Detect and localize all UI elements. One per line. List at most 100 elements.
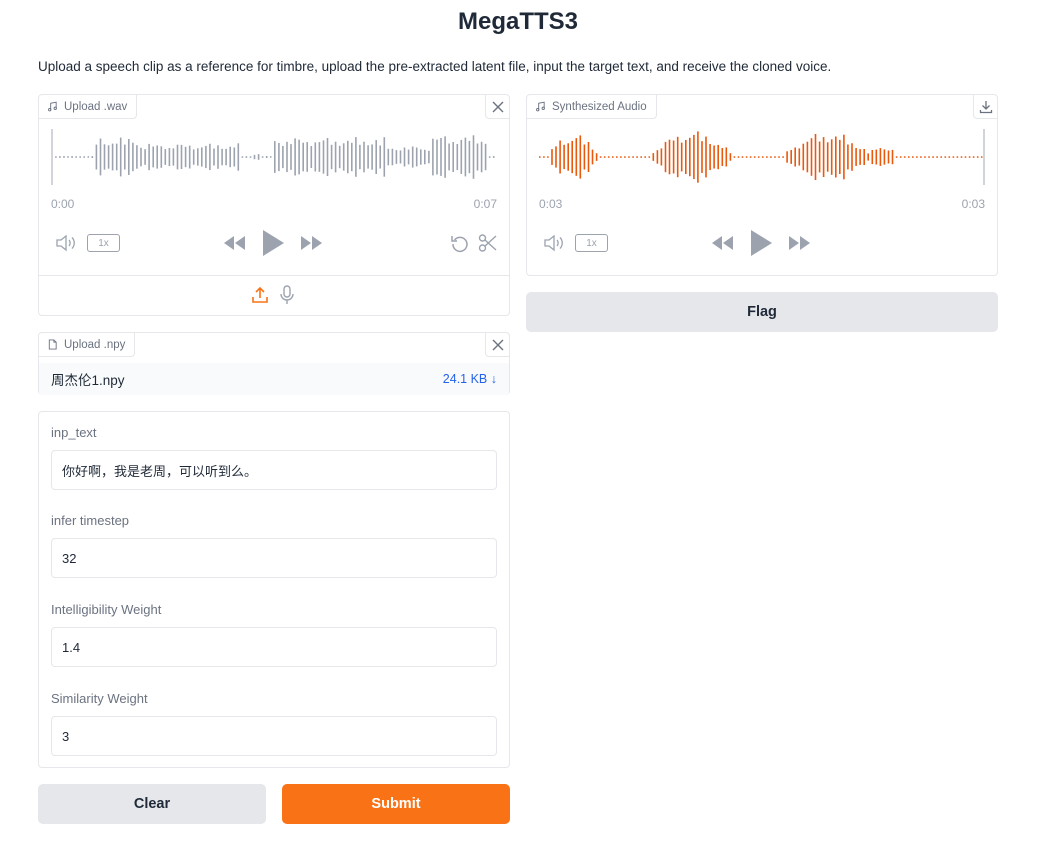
microphone-source-button[interactable] bbox=[277, 285, 297, 305]
waveform-bar bbox=[111, 143, 114, 171]
waveform-bar bbox=[176, 144, 179, 170]
waveform-bar bbox=[952, 156, 955, 158]
waveform-bar bbox=[347, 140, 349, 174]
trim-button[interactable] bbox=[477, 233, 499, 253]
waveform-bar bbox=[63, 156, 65, 158]
waveform-bar bbox=[359, 144, 361, 170]
waveform-bar bbox=[543, 156, 545, 158]
fast-forward-button[interactable] bbox=[787, 234, 811, 252]
volume-button[interactable] bbox=[55, 233, 77, 253]
intelligibility-weight-input[interactable]: 1.4 bbox=[51, 627, 497, 667]
close-button[interactable] bbox=[485, 95, 509, 119]
waveform-bar bbox=[67, 156, 69, 158]
waveform-bar bbox=[928, 156, 930, 158]
waveform-bar bbox=[741, 156, 744, 158]
music-note-icon bbox=[48, 101, 57, 112]
waveform-bar bbox=[875, 149, 878, 165]
waveform-bar bbox=[225, 148, 227, 166]
npy-download-link[interactable]: 24.1 KB ↓ bbox=[443, 372, 497, 386]
waveform-bar bbox=[367, 145, 369, 169]
undo-button[interactable] bbox=[449, 233, 471, 253]
waveform-bar bbox=[563, 144, 565, 170]
rewind-button[interactable] bbox=[711, 234, 735, 252]
upload-source-button[interactable] bbox=[250, 285, 270, 305]
waveform-bar bbox=[59, 156, 61, 158]
waveform-bar bbox=[403, 147, 406, 167]
waveform-bar bbox=[351, 142, 353, 172]
playhead bbox=[51, 129, 53, 185]
waveform-bar bbox=[342, 143, 345, 171]
waveform-bar bbox=[440, 138, 442, 176]
waveform-bar bbox=[103, 144, 106, 170]
waveform-bar bbox=[859, 149, 861, 165]
input-waveform[interactable] bbox=[51, 129, 497, 185]
waveform-bar bbox=[733, 156, 736, 158]
submit-button[interactable]: Submit bbox=[282, 784, 510, 824]
inp-text-input[interactable]: 你好啊，我是老周，可以听到么。 bbox=[51, 450, 497, 490]
waveform-bar bbox=[648, 156, 651, 158]
waveform-bar bbox=[83, 156, 85, 158]
waveform-bar bbox=[124, 144, 126, 170]
waveform-bar bbox=[375, 140, 377, 174]
waveform-bar bbox=[456, 144, 459, 171]
waveform-bar bbox=[920, 156, 922, 158]
rewind-icon bbox=[712, 236, 733, 250]
waveform-bar bbox=[713, 145, 715, 169]
volume-button[interactable] bbox=[543, 233, 565, 253]
waveform-bar bbox=[136, 145, 138, 169]
waveform-bar bbox=[322, 140, 325, 174]
waveform-bar bbox=[599, 156, 602, 158]
waveform-bar bbox=[87, 156, 90, 158]
fast-forward-button[interactable] bbox=[299, 234, 323, 252]
playback-rate-button[interactable]: 1x bbox=[87, 234, 120, 252]
waveform-bar bbox=[156, 145, 158, 169]
waveform-bar bbox=[843, 134, 845, 180]
waveform-bar bbox=[488, 156, 491, 158]
waveform-bar bbox=[660, 148, 663, 166]
flag-button[interactable]: Flag bbox=[526, 292, 998, 332]
download-button[interactable] bbox=[973, 95, 997, 119]
waveform-bar bbox=[912, 156, 914, 158]
waveform-bar bbox=[290, 144, 292, 170]
waveform-bar bbox=[539, 156, 541, 158]
infer-timestep-label: infer timestep bbox=[51, 513, 130, 528]
waveform-bar bbox=[363, 141, 365, 173]
waveform-bar bbox=[484, 143, 487, 171]
waveform-bar bbox=[895, 156, 898, 158]
input-time-start: 0:00 bbox=[51, 197, 75, 211]
output-waveform[interactable] bbox=[539, 129, 985, 185]
waveform-bar bbox=[411, 146, 414, 168]
waveform-bar bbox=[980, 156, 983, 158]
waveform-bar bbox=[697, 131, 699, 183]
waveform-bar bbox=[591, 149, 594, 165]
output-time-end: 0:03 bbox=[961, 197, 985, 211]
waveform-bar bbox=[976, 156, 979, 158]
waveform-bar bbox=[188, 145, 191, 169]
npy-filename: 周杰伦1.npy bbox=[51, 373, 125, 388]
waveform-bar bbox=[334, 141, 337, 173]
waveform-bar bbox=[656, 150, 659, 164]
waveform-bar bbox=[302, 142, 304, 172]
waveform-bar bbox=[144, 149, 146, 165]
waveform-bar bbox=[766, 156, 768, 158]
waveform-bar bbox=[278, 143, 280, 172]
npy-file-row: 周杰伦1.npy 24.1 KB ↓ bbox=[39, 363, 509, 395]
close-button[interactable] bbox=[485, 333, 509, 357]
play-button[interactable] bbox=[749, 229, 773, 257]
waveform-bar bbox=[326, 138, 329, 176]
infer-timestep-input[interactable]: 32 bbox=[51, 538, 497, 578]
playback-rate-button[interactable]: 1x bbox=[575, 234, 608, 252]
clear-button[interactable]: Clear bbox=[38, 784, 266, 824]
play-button[interactable] bbox=[261, 229, 285, 257]
waveform-bar bbox=[249, 156, 252, 158]
waveform-bar bbox=[729, 153, 732, 161]
rewind-button[interactable] bbox=[223, 234, 247, 252]
waveform-bar bbox=[221, 148, 223, 166]
output-time-start: 0:03 bbox=[539, 197, 563, 211]
waveform-bar bbox=[547, 156, 549, 158]
similarity-weight-input[interactable]: 3 bbox=[51, 716, 497, 756]
waveform-bar bbox=[294, 138, 296, 176]
waveform-bar bbox=[753, 156, 756, 158]
waveform-bar bbox=[310, 146, 313, 168]
waveform-bar bbox=[636, 156, 638, 158]
